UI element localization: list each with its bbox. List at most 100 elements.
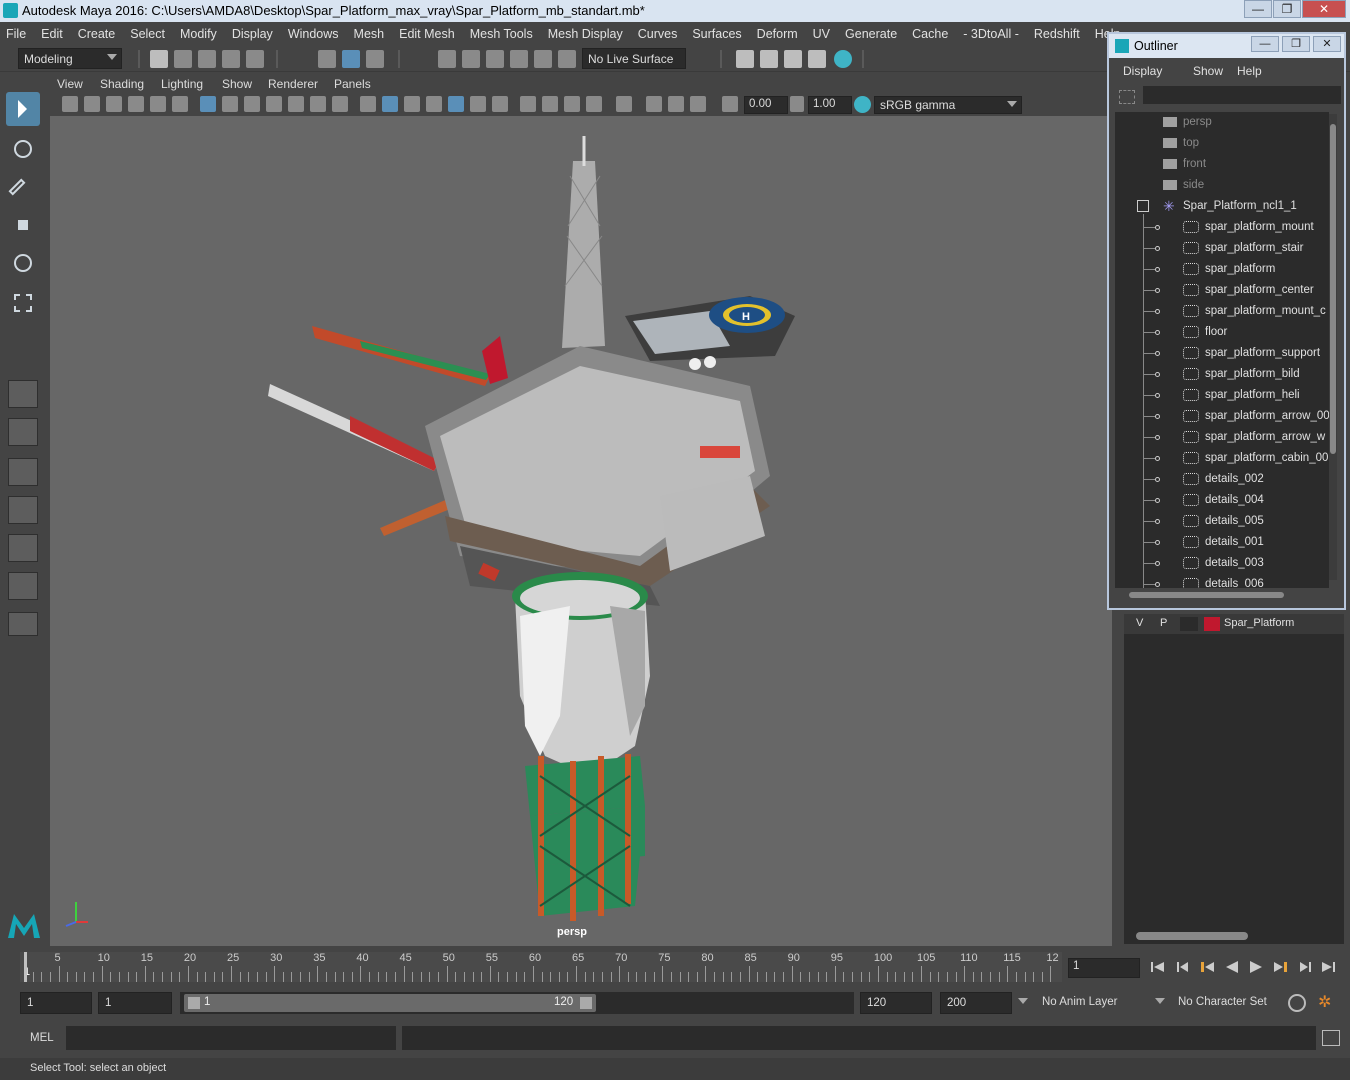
command-language-label[interactable]: MEL — [30, 1032, 54, 1044]
visibility-dot-icon[interactable] — [1155, 435, 1160, 440]
scrollbar-thumb[interactable] — [1129, 592, 1284, 598]
move-tool-button[interactable] — [6, 208, 40, 242]
panel-menu-renderer[interactable]: Renderer — [268, 77, 318, 91]
menu-select[interactable]: Select — [130, 27, 165, 41]
select-object-icon[interactable] — [342, 50, 360, 68]
new-scene-icon[interactable] — [150, 50, 168, 68]
collapse-icon[interactable] — [1137, 200, 1149, 212]
menu-mesh-display[interactable]: Mesh Display — [548, 27, 623, 41]
step-back-key-button[interactable] — [1200, 960, 1216, 974]
current-time-indicator[interactable] — [24, 952, 27, 982]
list-item[interactable]: details_006 — [1115, 574, 1329, 588]
panel-menu-lighting[interactable]: Lighting — [161, 77, 203, 91]
list-item[interactable]: spar_platform_center — [1115, 280, 1329, 301]
visibility-dot-icon[interactable] — [1155, 309, 1160, 314]
gamma-field[interactable]: 1.00 — [808, 96, 852, 114]
visibility-dot-icon[interactable] — [1155, 351, 1160, 356]
menu-surfaces[interactable]: Surfaces — [692, 27, 741, 41]
camera-attributes-icon[interactable] — [84, 96, 100, 112]
visibility-dot-icon[interactable] — [1155, 477, 1160, 482]
visibility-dot-icon[interactable] — [1155, 267, 1160, 272]
list-item[interactable]: spar_platform_arrow_w — [1115, 427, 1329, 448]
panel-menu-show[interactable]: Show — [222, 77, 252, 91]
menu-edit[interactable]: Edit — [41, 27, 63, 41]
panel-menu-panels[interactable]: Panels — [334, 77, 371, 91]
list-item[interactable]: spar_platform_arrow_00 — [1115, 406, 1329, 427]
wireframe-on-shaded-icon[interactable] — [404, 96, 420, 112]
menu-create[interactable]: Create — [78, 27, 116, 41]
list-item[interactable]: top — [1115, 133, 1329, 154]
outliner-menu-show[interactable]: Show — [1193, 64, 1223, 78]
panel-menu-view[interactable]: View — [57, 77, 83, 91]
view-transform-dropdown[interactable]: sRGB gamma — [874, 96, 1022, 114]
scrollbar-thumb[interactable] — [1330, 124, 1336, 454]
snap-surface-icon[interactable] — [534, 50, 552, 68]
outliner-vertical-scrollbar[interactable] — [1329, 114, 1337, 580]
outliner-minimize-button[interactable]: — — [1251, 36, 1279, 52]
menu-3dtoall[interactable]: - 3DtoAll - — [963, 27, 1019, 41]
visibility-dot-icon[interactable] — [1155, 330, 1160, 335]
paint-select-tool-button[interactable] — [6, 170, 40, 204]
outliner-horizontal-scrollbar[interactable] — [1119, 590, 1329, 600]
panel-menu-shading[interactable]: Shading — [100, 77, 144, 91]
undo-icon[interactable] — [222, 50, 240, 68]
redo-icon[interactable] — [246, 50, 264, 68]
smooth-shade-icon[interactable] — [382, 96, 398, 112]
rotate-tool-button[interactable] — [6, 246, 40, 280]
menu-mesh[interactable]: Mesh — [354, 27, 385, 41]
default-material-icon[interactable] — [426, 96, 442, 112]
menu-generate[interactable]: Generate — [845, 27, 897, 41]
list-item[interactable]: spar_platform — [1115, 259, 1329, 280]
outliner-menu-help[interactable]: Help — [1237, 64, 1262, 78]
menu-mesh-tools[interactable]: Mesh Tools — [470, 27, 533, 41]
two-pane-stacked-layout-button[interactable] — [8, 496, 38, 524]
list-item[interactable]: spar_platform_mount_c — [1115, 301, 1329, 322]
visibility-dot-icon[interactable] — [1155, 519, 1160, 524]
menu-edit-mesh[interactable]: Edit Mesh — [399, 27, 455, 41]
visibility-dot-icon[interactable] — [1155, 582, 1160, 587]
time-slider[interactable]: 1 5 10 15 20 25 30 35 40 45 50 55 60 65 70 75 80 85 90 95 1… — [0, 948, 1350, 988]
shadows-icon[interactable] — [492, 96, 508, 112]
film-gate-icon[interactable] — [222, 96, 238, 112]
ipr-render-icon[interactable] — [784, 50, 802, 68]
layer-visibility-toggle[interactable]: V — [1136, 617, 1143, 629]
select-tool-button[interactable] — [6, 92, 40, 126]
make-live-icon[interactable] — [558, 50, 576, 68]
anti-aliasing-icon[interactable] — [564, 96, 580, 112]
two-pane-side-layout-button[interactable] — [8, 458, 38, 486]
camera-select-icon[interactable] — [62, 96, 78, 112]
safe-action-icon[interactable] — [310, 96, 326, 112]
list-item[interactable]: details_004 — [1115, 490, 1329, 511]
lasso-tool-button[interactable] — [6, 132, 40, 166]
color-management-icon[interactable] — [854, 96, 871, 113]
list-item[interactable]: spar_platform_support — [1115, 343, 1329, 364]
list-item[interactable]: details_005 — [1115, 511, 1329, 532]
xray-joints-icon[interactable] — [668, 96, 684, 112]
field-chart-icon[interactable] — [288, 96, 304, 112]
animation-end-field[interactable]: 200 — [940, 992, 1012, 1014]
render-settings-icon[interactable] — [808, 50, 826, 68]
menu-curves[interactable]: Curves — [638, 27, 678, 41]
snap-view-icon[interactable] — [510, 50, 528, 68]
layer-row[interactable]: V P Spar_Platform — [1124, 614, 1344, 634]
list-item-group[interactable]: ✳ Spar_Platform_ncl1_1 — [1115, 196, 1329, 217]
preferences-icon[interactable]: ✲ — [1318, 994, 1338, 1012]
custom-layout-button[interactable] — [8, 612, 38, 636]
visibility-dot-icon[interactable] — [1155, 498, 1160, 503]
filter-icon[interactable] — [1119, 90, 1135, 104]
list-item[interactable]: front — [1115, 154, 1329, 175]
image-plane-icon[interactable] — [128, 96, 144, 112]
four-pane-layout-button[interactable] — [8, 418, 38, 446]
hypershade-icon[interactable] — [834, 50, 852, 68]
menu-display[interactable]: Display — [232, 27, 273, 41]
layer-display-type-toggle[interactable] — [1180, 617, 1198, 631]
visibility-dot-icon[interactable] — [1155, 372, 1160, 377]
menu-uv[interactable]: UV — [813, 27, 830, 41]
snap-curve-icon[interactable] — [462, 50, 480, 68]
grease-pencil-icon[interactable] — [172, 96, 188, 112]
layer-scrollbar-thumb[interactable] — [1136, 932, 1248, 940]
character-set-dropdown[interactable]: No Character Set — [1172, 992, 1282, 1014]
range-slider[interactable]: 1 120 — [184, 994, 596, 1012]
scale-tool-button[interactable] — [6, 286, 40, 320]
render-view-icon[interactable] — [736, 50, 754, 68]
